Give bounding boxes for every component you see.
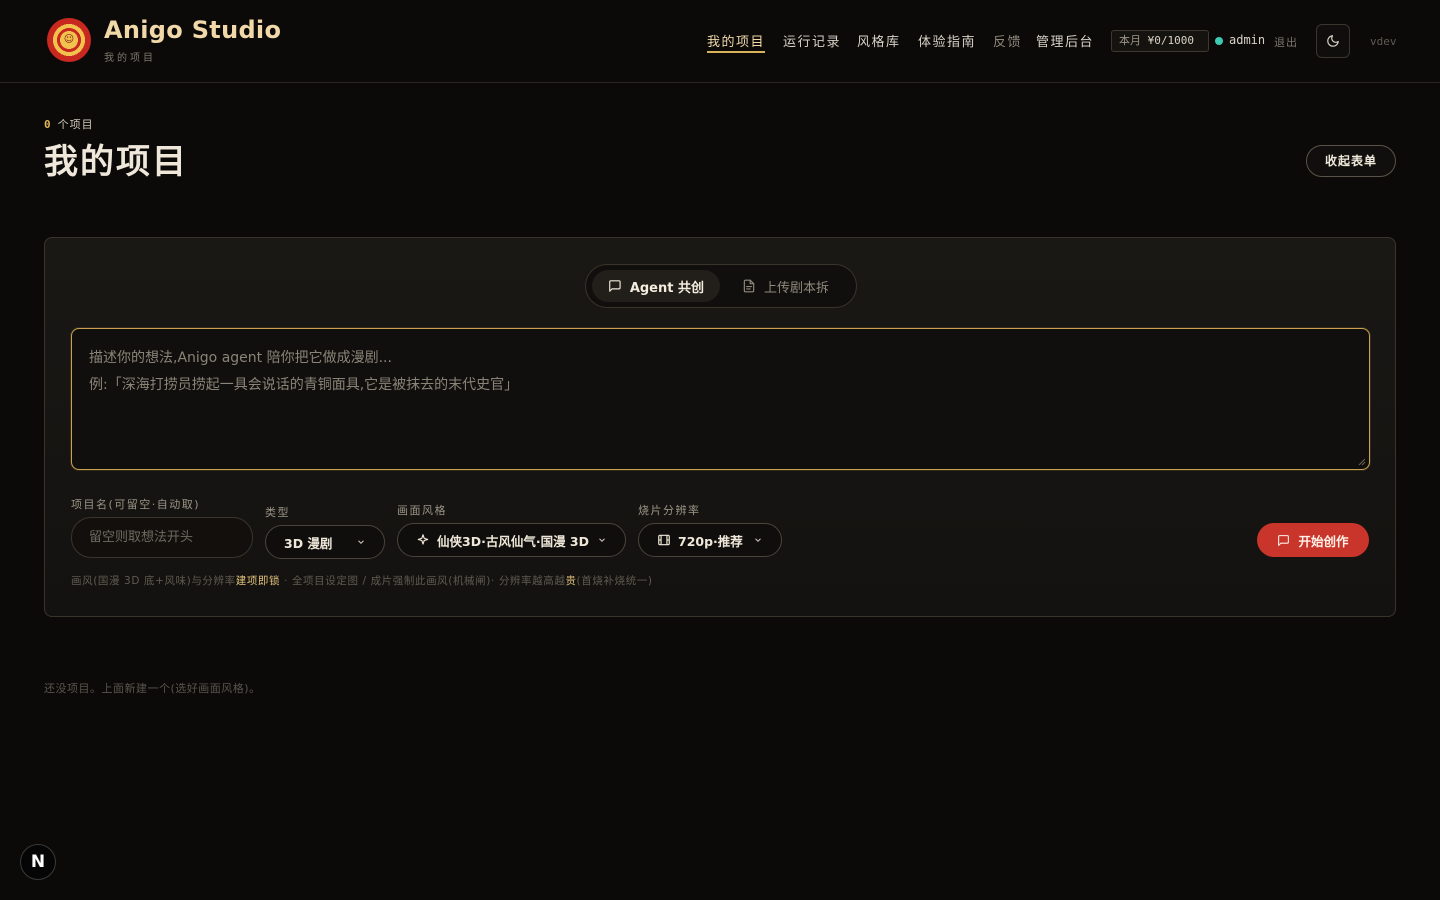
mode-switch: Agent 共创 上传剧本拆 (585, 264, 857, 308)
top-header: ☺ Anigo Studio 我的项目 我的项目 运行记录 风格库 体验指南 反… (0, 0, 1440, 83)
resolution-label: 烧片分辨率 (638, 504, 701, 517)
nav-style-library[interactable]: 风格库 (857, 31, 901, 50)
collapse-form-button[interactable]: 收起表单 (1306, 145, 1396, 177)
chevron-down-icon (599, 538, 605, 542)
chat-bubble-icon (1278, 534, 1290, 546)
brand-logo-icon[interactable]: ☺ (47, 18, 91, 62)
chat-bubble-icon (609, 280, 621, 292)
nav-admin[interactable]: 管理后台 (1036, 31, 1094, 50)
nav-my-projects[interactable]: 我的项目 (707, 31, 765, 50)
document-icon (743, 279, 755, 293)
style-label: 画面风格 (397, 504, 447, 517)
film-icon (658, 534, 670, 546)
logo-face-icon: ☺ (63, 34, 75, 45)
hint-part1: 画风(国漫 3D 底+风味)与分辨率 (71, 575, 236, 587)
nav-run-log[interactable]: 运行记录 (783, 31, 841, 50)
nav-active-indicator (707, 51, 765, 53)
nav-feedback[interactable]: 反馈 (993, 31, 1022, 50)
brand-name[interactable]: Anigo Studio (104, 16, 281, 44)
dev-badge-letter: N (30, 852, 46, 872)
nav-guide[interactable]: 体验指南 (918, 31, 976, 50)
project-name-label: 项目名(可留空·自动取) (71, 498, 201, 511)
idea-textarea[interactable] (72, 329, 1369, 469)
resolution-select[interactable]: 720p·推荐 (638, 523, 782, 557)
chevron-down-icon (358, 540, 364, 544)
type-label: 类型 (265, 506, 290, 519)
quota-label: 本月 (1119, 34, 1141, 47)
sparkle-icon (417, 534, 429, 545)
type-select[interactable]: 3D 漫剧 (265, 525, 385, 559)
monthly-quota-badge: 本月 ¥0/1000 (1111, 30, 1209, 52)
brand-subtitle: 我的项目 (104, 53, 156, 64)
type-value: 3D 漫剧 (284, 535, 333, 551)
project-count-number: 0 (44, 118, 52, 131)
hint-part2: · 全项目设定图 / 成片强制此画风(机械闸)· 分辨率越高越 (280, 575, 566, 587)
tab-upload-script[interactable]: 上传剧本拆 (726, 270, 852, 302)
tab-upload-label: 上传剧本拆 (764, 280, 830, 296)
chevron-down-icon (755, 538, 761, 542)
tab-agent-label: Agent 共创 (629, 280, 704, 296)
project-count-suffix: 个项目 (57, 118, 94, 131)
page-title: 我的项目 (44, 142, 188, 182)
hint-highlight-lock: 建项即锁 (235, 575, 281, 587)
user-name: admin (1229, 33, 1266, 47)
empty-projects-message: 还没项目。上面新建一个(选好画面风格)。 (44, 682, 261, 695)
idea-prompt-box (71, 328, 1370, 470)
tab-agent-cocreate[interactable]: Agent 共创 (592, 270, 720, 302)
resize-handle-icon[interactable] (1358, 458, 1366, 466)
theme-toggle-button[interactable] (1316, 24, 1350, 58)
logout-link[interactable]: 退出 (1274, 34, 1298, 50)
dev-tools-badge[interactable]: N (20, 844, 56, 880)
start-create-button[interactable]: 开始创作 (1257, 523, 1369, 557)
project-count: 0 个项目 (44, 116, 94, 132)
version-label: vdev (1370, 35, 1397, 48)
style-lock-hint: 画风(国漫 3D 底+风味)与分辨率建项即锁 · 全项目设定图 / 成片强制此画… (71, 573, 653, 588)
hint-highlight-cost: 贵 (565, 575, 577, 587)
online-status-dot (1215, 37, 1223, 45)
quota-value: ¥0/1000 (1147, 34, 1194, 47)
hint-part3: (首烧补烧统一) (576, 575, 653, 587)
style-value: 仙侠3D·古风仙气·国漫 3D (437, 533, 589, 549)
create-project-card: Agent 共创 上传剧本拆 项目名(可留空·自动取) 类型 3D 漫剧 画面风… (44, 237, 1396, 617)
start-create-label: 开始创作 (1298, 533, 1349, 549)
style-select[interactable]: 仙侠3D·古风仙气·国漫 3D (397, 523, 626, 557)
project-name-input[interactable] (71, 517, 253, 558)
moon-icon (1327, 35, 1339, 47)
resolution-value: 720p·推荐 (678, 533, 743, 549)
